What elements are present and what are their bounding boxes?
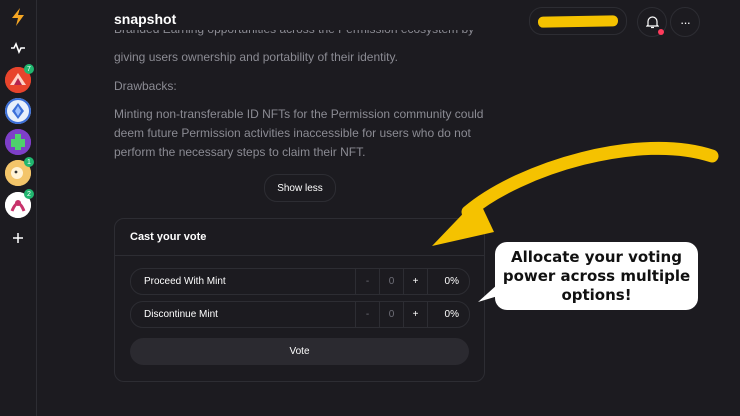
callout-bubble: Allocate your voting power across multip… [495,242,698,310]
annotation-arrow [432,141,719,246]
